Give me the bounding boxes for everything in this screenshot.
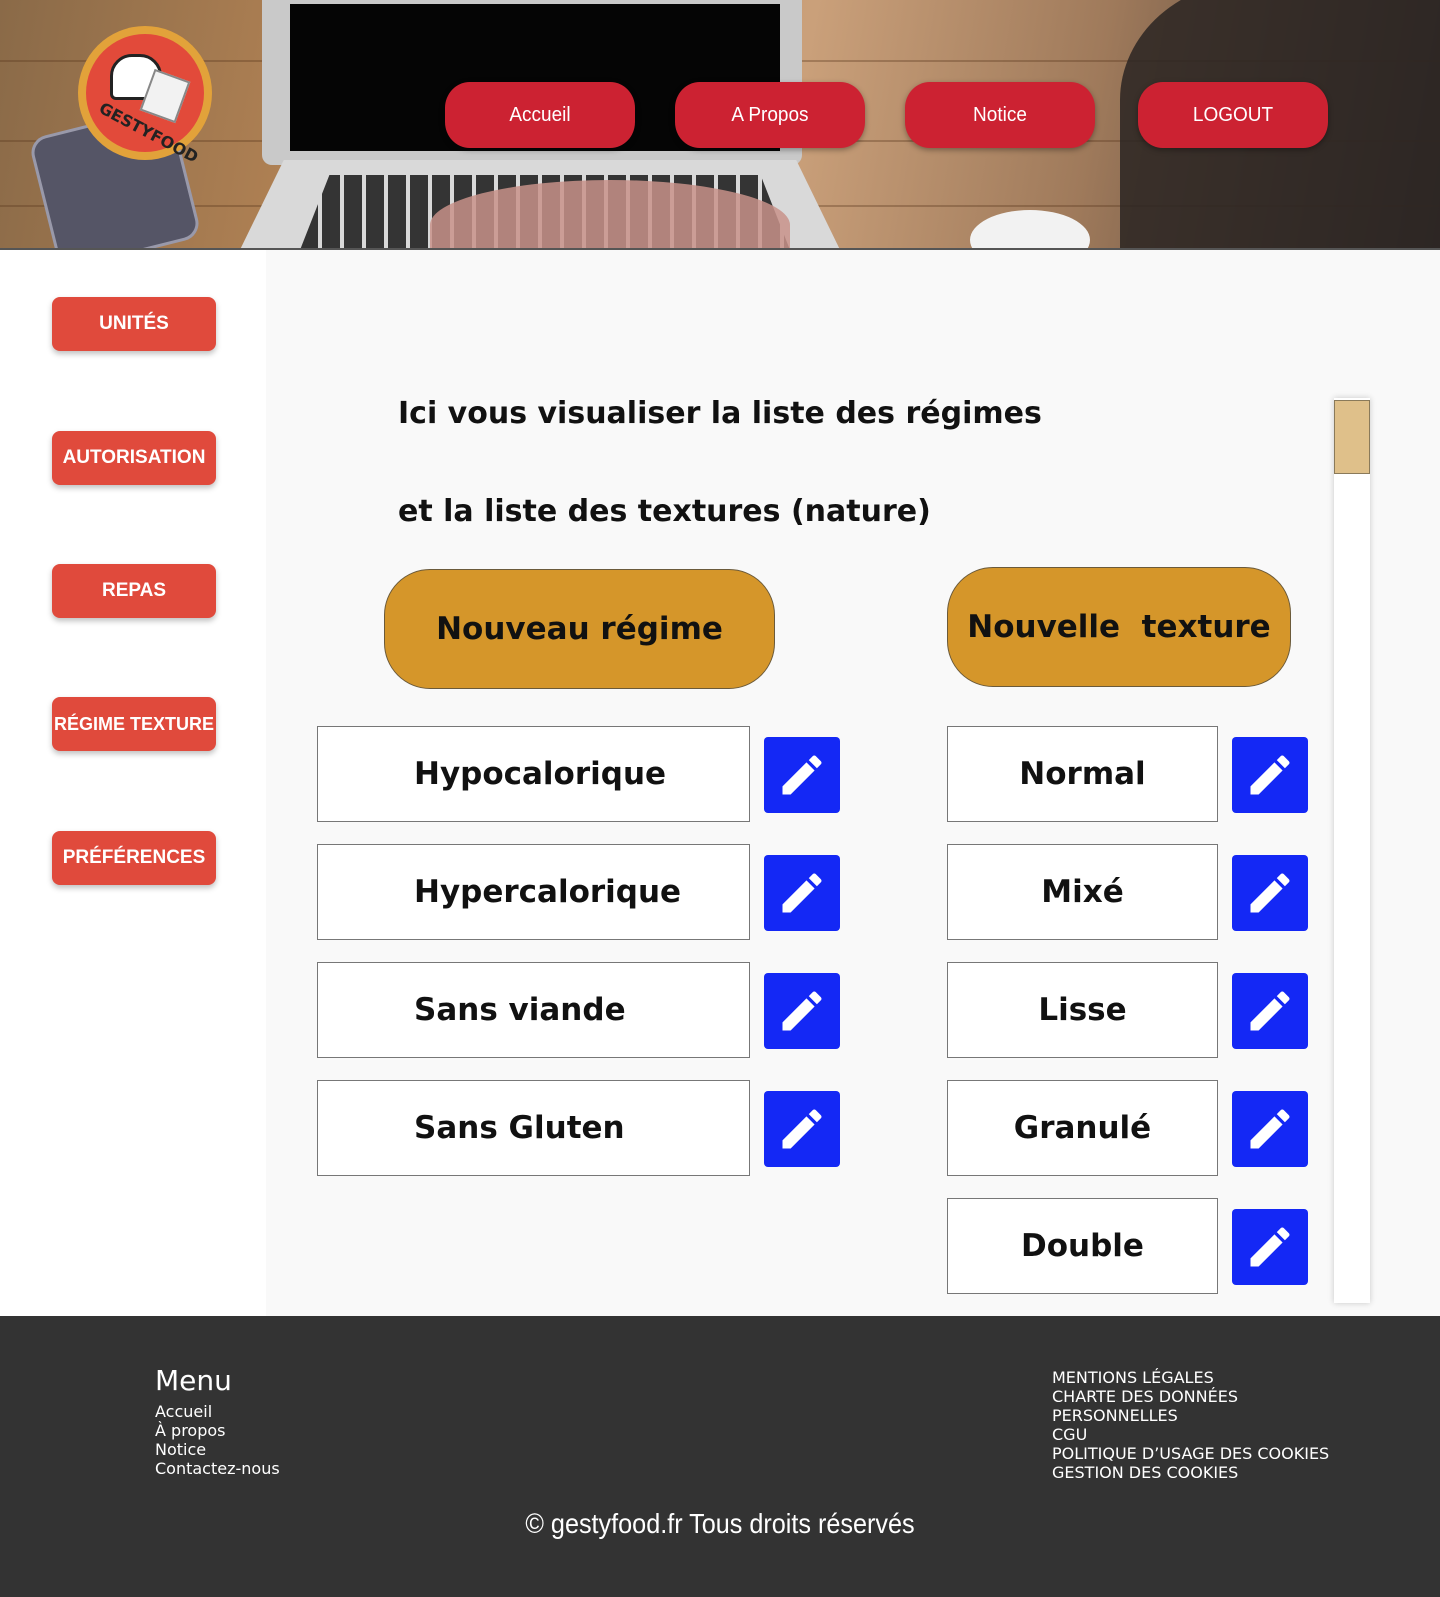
texture-item: Normal	[947, 726, 1218, 822]
pencil-icon	[1250, 873, 1290, 913]
texture-item: Mixé	[947, 844, 1218, 940]
edit-texture-button[interactable]	[1232, 1091, 1308, 1167]
texture-item: Lisse	[947, 962, 1218, 1058]
copyright-text: © gestyfood.fr Tous droits réservés	[525, 1508, 915, 1539]
logout-button[interactable]: LOGOUT	[1138, 82, 1328, 148]
regime-item: Sans Gluten	[317, 1080, 750, 1176]
page-intro: Ici vous visualiser la liste des régimes…	[398, 340, 1118, 585]
edit-texture-button[interactable]	[1232, 1209, 1308, 1285]
footer-link-cookies-management[interactable]: GESTION DES COOKIES	[1052, 1463, 1329, 1482]
pencil-icon	[782, 755, 822, 795]
footer-link-charte[interactable]: CHARTE DES DONNÉES	[1052, 1387, 1329, 1406]
footer: Menu Accueil À propos Notice Contactez-n…	[0, 1316, 1440, 1597]
edit-texture-button[interactable]	[1232, 855, 1308, 931]
pencil-icon	[782, 1109, 822, 1149]
footer-menu-list: Accueil À propos Notice Contactez-nous	[155, 1402, 280, 1478]
footer-link-notice[interactable]: Notice	[155, 1440, 280, 1459]
edit-regime-button[interactable]	[764, 737, 840, 813]
footer-link-personnelles[interactable]: PERSONNELLES	[1052, 1406, 1329, 1425]
pencil-icon	[1250, 755, 1290, 795]
scrollbar-thumb[interactable]	[1334, 400, 1370, 474]
footer-menu-title: Menu	[155, 1364, 232, 1397]
edit-regime-button[interactable]	[764, 1091, 840, 1167]
nav-apropos-button[interactable]: A Propos	[675, 82, 865, 148]
nav-notice-button[interactable]: Notice	[905, 82, 1095, 148]
regime-item: Hypercalorique	[317, 844, 750, 940]
sidebar-item-preferences[interactable]: PRÉFÉRENCES	[52, 831, 216, 885]
edit-regime-button[interactable]	[764, 973, 840, 1049]
texture-item: Granulé	[947, 1080, 1218, 1176]
sidebar-item-regime-texture[interactable]: RÉGIME TEXTURE	[52, 697, 216, 751]
footer-link-accueil[interactable]: Accueil	[155, 1402, 280, 1421]
new-texture-button[interactable]: Nouvelle texture	[947, 567, 1291, 687]
sidebar-item-autorisation[interactable]: AUTORISATION	[52, 431, 216, 485]
footer-link-cookies-policy[interactable]: POLITIQUE D’USAGE DES COOKIES	[1052, 1444, 1329, 1463]
intro-line-1: Ici vous visualiser la liste des régimes	[398, 396, 1042, 431]
edit-texture-button[interactable]	[1232, 973, 1308, 1049]
nav-accueil-button[interactable]: Accueil	[445, 82, 635, 148]
regime-item: Hypocalorique	[317, 726, 750, 822]
intro-line-2: et la liste des textures (nature)	[398, 494, 931, 529]
footer-link-mentions[interactable]: MENTIONS LÉGALES	[1052, 1368, 1329, 1387]
footer-link-apropos[interactable]: À propos	[155, 1421, 280, 1440]
footer-legal-list: MENTIONS LÉGALES CHARTE DES DONNÉES PERS…	[1052, 1368, 1329, 1482]
gestyfood-logo[interactable]: GESTYFOOD	[78, 26, 212, 167]
pencil-icon	[782, 873, 822, 913]
regime-item: Sans viande	[317, 962, 750, 1058]
pencil-icon	[1250, 1109, 1290, 1149]
sidebar-item-unites[interactable]: UNITÉS	[52, 297, 216, 351]
new-regime-button[interactable]: Nouveau régime	[384, 569, 775, 689]
edit-regime-button[interactable]	[764, 855, 840, 931]
texture-item: Double	[947, 1198, 1218, 1294]
footer-link-cgu[interactable]: CGU	[1052, 1425, 1329, 1444]
scrollbar-track[interactable]	[1334, 398, 1370, 1303]
edit-texture-button[interactable]	[1232, 737, 1308, 813]
pencil-icon	[782, 991, 822, 1031]
footer-link-contact[interactable]: Contactez-nous	[155, 1459, 280, 1478]
pencil-icon	[1250, 991, 1290, 1031]
header-banner: GESTYFOOD Accueil A Propos Notice LOGOUT	[0, 0, 1440, 250]
sidebar-item-repas[interactable]: REPAS	[52, 564, 216, 618]
pencil-icon	[1250, 1227, 1290, 1267]
